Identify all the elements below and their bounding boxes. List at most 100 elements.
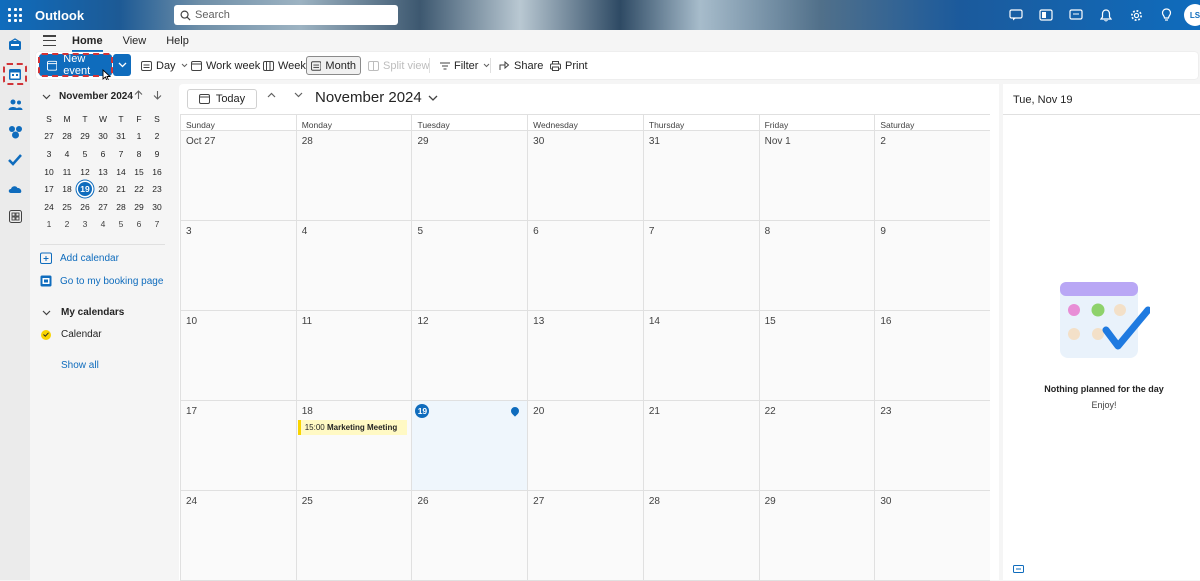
gear-icon[interactable] — [1128, 7, 1144, 23]
day-cell[interactable]: 17 — [180, 401, 296, 490]
mini-day[interactable]: 1 — [40, 219, 58, 229]
avatar[interactable]: LS — [1184, 4, 1200, 26]
day-cell[interactable]: 8 — [758, 221, 875, 310]
mini-day[interactable]: 27 — [94, 202, 112, 212]
lightbulb-icon[interactable] — [1158, 7, 1174, 23]
mini-day[interactable]: 25 — [58, 202, 76, 212]
day-cell[interactable]: 3 — [180, 221, 296, 310]
today-button[interactable]: Today — [187, 89, 257, 109]
mini-day[interactable]: 30 — [94, 131, 112, 141]
day-cell-today[interactable]: 19 — [411, 401, 528, 490]
share-button[interactable]: Share — [495, 56, 547, 75]
day-cell[interactable]: 12 — [411, 311, 528, 400]
day-cell[interactable]: 5 — [411, 221, 528, 310]
onedrive-icon[interactable] — [7, 181, 23, 197]
mini-day[interactable]: 18 — [58, 184, 76, 194]
chevron-up-icon[interactable] — [267, 92, 276, 98]
day-cell[interactable]: 24 — [180, 491, 296, 580]
mini-day[interactable]: 1 — [130, 131, 148, 141]
arrow-down-icon[interactable] — [153, 90, 162, 100]
mini-day[interactable]: 17 — [40, 184, 58, 194]
chevron-down-icon[interactable] — [294, 92, 303, 98]
mini-day[interactable]: 5 — [76, 149, 94, 159]
mini-day[interactable]: 9 — [148, 149, 166, 159]
day-cell[interactable]: 27 — [527, 491, 643, 580]
mini-day[interactable]: 4 — [58, 149, 76, 159]
my-calendars-header[interactable]: My calendars — [42, 307, 124, 318]
day-cell[interactable]: 10 — [180, 311, 296, 400]
day-cell[interactable]: 29 — [411, 131, 528, 220]
day-cell[interactable]: 26 — [411, 491, 528, 580]
day-cell[interactable]: 4 — [295, 221, 412, 310]
day-cell[interactable]: 30 — [874, 491, 991, 580]
mini-day[interactable]: 5 — [112, 219, 130, 229]
mini-day[interactable]: 14 — [112, 167, 130, 177]
mini-day[interactable]: 2 — [148, 131, 166, 141]
new-event-dropdown-button[interactable] — [113, 54, 131, 76]
mail-icon[interactable] — [7, 36, 23, 52]
calendar-event[interactable]: 15:00 Marketing Meeting — [297, 420, 407, 435]
search-input[interactable]: Search — [174, 5, 398, 25]
day-cell[interactable]: Nov 1 — [758, 131, 875, 220]
mini-day[interactable]: 21 — [112, 184, 130, 194]
day-cell[interactable]: 14 — [642, 311, 759, 400]
mini-day[interactable]: 2 — [58, 219, 76, 229]
mini-day[interactable]: 7 — [112, 149, 130, 159]
mini-day[interactable]: 28 — [58, 131, 76, 141]
mini-day[interactable]: 22 — [130, 184, 148, 194]
mini-day[interactable]: 11 — [58, 167, 76, 177]
month-title-dropdown[interactable]: November 2024 — [315, 89, 438, 106]
day-cell[interactable]: 15 — [758, 311, 875, 400]
mini-day[interactable]: 4 — [94, 219, 112, 229]
mini-day[interactable]: 24 — [40, 202, 58, 212]
app-launcher-icon[interactable] — [8, 8, 22, 22]
calendar-icon[interactable] — [7, 66, 23, 82]
mini-day[interactable]: 29 — [76, 131, 94, 141]
mini-day[interactable]: 10 — [40, 167, 58, 177]
bell-icon[interactable] — [1098, 7, 1114, 23]
day-cell[interactable]: 16 — [874, 311, 991, 400]
month-view-button[interactable]: Month — [306, 56, 361, 75]
mini-day[interactable]: 15 — [130, 167, 148, 177]
tab-view[interactable]: View — [123, 35, 147, 52]
mini-day[interactable]: 6 — [94, 149, 112, 159]
calendar-color-check-icon[interactable] — [41, 329, 51, 340]
day-cell[interactable]: 28 — [642, 491, 759, 580]
arrow-up-icon[interactable] — [134, 90, 143, 100]
hamburger-menu-icon[interactable] — [43, 35, 56, 46]
add-calendar-link[interactable]: Add calendar — [40, 252, 119, 264]
day-cell[interactable]: 22 — [758, 401, 875, 490]
day-cell[interactable]: 21 — [642, 401, 759, 490]
mini-day[interactable]: 31 — [112, 131, 130, 141]
split-view-button[interactable]: Split view — [364, 56, 433, 75]
whiteboard-icon[interactable] — [1068, 7, 1084, 23]
day-cell[interactable]: 6 — [527, 221, 643, 310]
day-cell[interactable]: 13 — [527, 311, 643, 400]
teams-icon[interactable] — [1038, 7, 1054, 23]
mini-day[interactable]: 29 — [130, 202, 148, 212]
calendar-list-item[interactable]: Calendar — [41, 329, 102, 340]
mini-day[interactable]: 27 — [40, 131, 58, 141]
show-all-link[interactable]: Show all — [61, 360, 99, 371]
meet-now-icon[interactable] — [1008, 7, 1024, 23]
day-cell[interactable]: 28 — [295, 131, 412, 220]
mini-day[interactable]: 8 — [130, 149, 148, 159]
mini-day[interactable]: 3 — [40, 149, 58, 159]
mini-day[interactable]: 16 — [148, 167, 166, 177]
mini-day[interactable]: 3 — [76, 219, 94, 229]
day-cell[interactable]: Oct 27 — [180, 131, 296, 220]
day-cell[interactable]: 31 — [642, 131, 759, 220]
app-title[interactable]: Outlook — [35, 8, 84, 23]
day-cell[interactable]: 30 — [527, 131, 643, 220]
people-icon[interactable] — [7, 96, 23, 112]
mini-day[interactable]: 7 — [148, 219, 166, 229]
tab-home[interactable]: Home — [72, 35, 103, 52]
mini-day[interactable]: 26 — [76, 202, 94, 212]
more-apps-icon[interactable] — [7, 208, 23, 224]
day-cell[interactable]: 7 — [642, 221, 759, 310]
mini-day[interactable]: 6 — [130, 219, 148, 229]
week-view-button[interactable]: Week — [259, 56, 310, 75]
todo-check-icon[interactable] — [7, 152, 23, 168]
mini-day[interactable]: 28 — [112, 202, 130, 212]
work-week-view-button[interactable]: Work week — [187, 56, 264, 75]
